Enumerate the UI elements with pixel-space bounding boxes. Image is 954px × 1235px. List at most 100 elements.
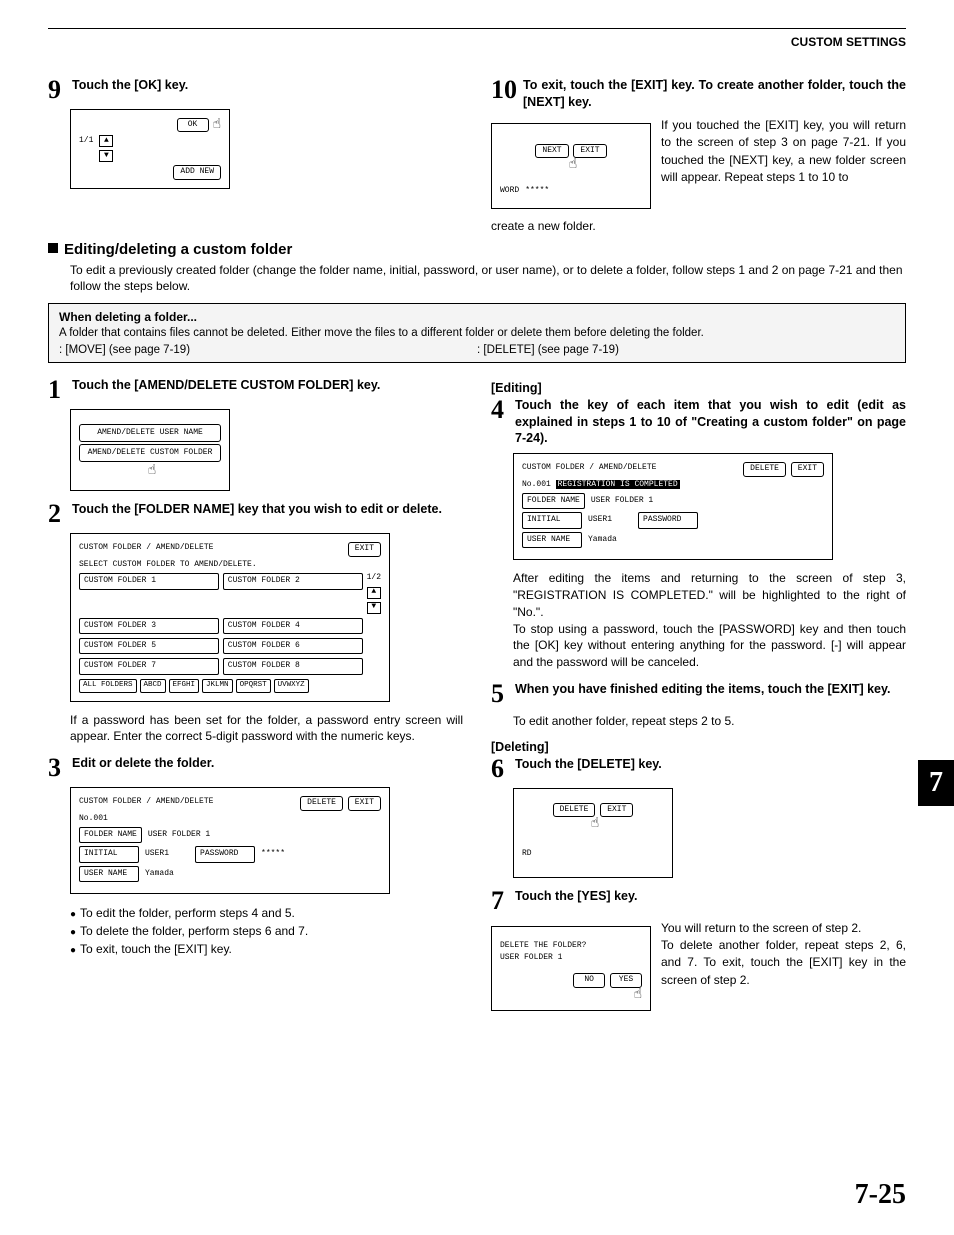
header-title: CUSTOM SETTINGS — [48, 35, 906, 49]
panel-title: CUSTOM FOLDER / AMEND/DELETE — [79, 543, 213, 553]
folder-button[interactable]: CUSTOM FOLDER 4 — [223, 618, 363, 634]
step-3-panel: CUSTOM FOLDER / AMEND/DELETE DELETE EXIT… — [70, 787, 390, 894]
exit-button[interactable]: EXIT — [600, 803, 633, 817]
manual-page: CUSTOM SETTINGS 9 Touch the [OK] key. OK… — [0, 0, 954, 1235]
folder-name-button[interactable]: FOLDER NAME — [79, 827, 142, 843]
filter-tab[interactable]: UVWXYZ — [274, 679, 309, 693]
page-indicator: 1/2 — [367, 573, 381, 583]
note-body: A folder that contains files cannot be d… — [59, 326, 895, 342]
step-1-text: Touch the [AMEND/DELETE CUSTOM FOLDER] k… — [72, 377, 463, 394]
ok-button[interactable]: OK — [177, 118, 209, 132]
initial-button[interactable]: INITIAL — [522, 512, 582, 528]
folder-button[interactable]: CUSTOM FOLDER 8 — [223, 658, 363, 674]
step-number: 4 — [491, 397, 509, 423]
password-value: ***** — [261, 849, 285, 859]
step-10-desc: If you touched the [EXIT] key, you will … — [661, 117, 906, 187]
filter-tab[interactable]: EFGHI — [169, 679, 200, 693]
section-intro: To edit a previously created folder (cha… — [70, 262, 906, 296]
filter-tab[interactable]: OPQRST — [236, 679, 271, 693]
folder-name-value: USER FOLDER 1 — [148, 830, 210, 840]
folder-name-button[interactable]: FOLDER NAME — [522, 493, 585, 509]
step-number: 6 — [491, 756, 509, 782]
password-button[interactable]: PASSWORD — [638, 512, 698, 528]
step-6-text: Touch the [DELETE] key. — [515, 756, 906, 773]
initial-value: USER1 — [145, 849, 169, 859]
folder-button[interactable]: CUSTOM FOLDER 6 — [223, 638, 363, 654]
initial-button[interactable]: INITIAL — [79, 846, 139, 862]
folder-button[interactable]: CUSTOM FOLDER 3 — [79, 618, 219, 634]
registration-completed-msg: REGISTRATION IS COMPLETED — [556, 480, 680, 489]
step-1-panel: AMEND/DELETE USER NAME AMEND/DELETE CUST… — [70, 409, 230, 492]
step-7-panel: DELETE THE FOLDER? USER FOLDER 1 NO YES … — [491, 926, 651, 1011]
header-rule — [48, 28, 906, 29]
step-7-text: Touch the [YES] key. — [515, 888, 906, 905]
yes-button[interactable]: YES — [610, 973, 642, 987]
bullet-item: To edit the folder, perform steps 4 and … — [70, 904, 463, 922]
filter-tab[interactable]: JKLMN — [202, 679, 233, 693]
step-number: 3 — [48, 755, 66, 781]
step-number: 2 — [48, 501, 66, 527]
amend-custom-folder-button[interactable]: AMEND/DELETE CUSTOM FOLDER — [79, 444, 221, 462]
editing-heading: [Editing] — [491, 381, 906, 395]
filter-tab[interactable]: ABCD — [140, 679, 166, 693]
user-name-button[interactable]: USER NAME — [79, 866, 139, 882]
step-2-panel: CUSTOM FOLDER / AMEND/DELETE EXIT SELECT… — [70, 533, 390, 701]
step-3-text: Edit or delete the folder. — [72, 755, 463, 772]
step-5-desc: To edit another folder, repeat steps 2 t… — [513, 713, 906, 730]
step-4-desc: After editing the items and returning to… — [513, 570, 906, 671]
chapter-tab: 7 — [918, 760, 954, 806]
rd-label: RD — [522, 849, 532, 859]
step-number: 1 — [48, 377, 66, 403]
exit-button[interactable]: EXIT — [573, 144, 606, 158]
exit-button[interactable]: EXIT — [348, 796, 381, 810]
step-10-caption: create a new folder. — [491, 219, 651, 233]
panel-title: CUSTOM FOLDER / AMEND/DELETE — [522, 463, 656, 473]
page-indicator: 1/1 — [79, 136, 93, 146]
down-arrow-button[interactable]: ▼ — [99, 150, 113, 162]
hand-icon: ☝ — [591, 817, 599, 831]
folder-name-value: USER FOLDER 1 — [591, 496, 653, 506]
user-name-value: Yamada — [145, 869, 174, 879]
hand-icon: ☝ — [148, 464, 156, 478]
deleting-heading: [Deleting] — [491, 740, 906, 754]
filter-tab[interactable]: ALL FOLDERS — [79, 679, 137, 693]
step-6-panel: DELETE EXIT ☝ RD — [513, 788, 673, 878]
folder-no: No.001 — [522, 480, 551, 489]
add-new-button[interactable]: ADD NEW — [173, 165, 221, 179]
password-stars: ***** — [525, 186, 549, 196]
hand-icon: ☝ — [213, 118, 221, 132]
bullet-item: To delete the folder, perform steps 6 an… — [70, 922, 463, 940]
hand-icon: ☝ — [634, 988, 642, 1002]
confirm-folder-name: USER FOLDER 1 — [500, 953, 642, 963]
up-arrow-button[interactable]: ▲ — [99, 135, 113, 147]
section-heading: Editing/deleting a custom folder — [64, 241, 292, 258]
amend-user-name-button[interactable]: AMEND/DELETE USER NAME — [79, 424, 221, 442]
hand-icon: ☝ — [569, 158, 577, 172]
step-number: 10 — [491, 77, 517, 103]
step-2-text: Touch the [FOLDER NAME] key that you wis… — [72, 501, 463, 518]
panel-title: CUSTOM FOLDER / AMEND/DELETE — [79, 797, 213, 807]
no-button[interactable]: NO — [573, 973, 605, 987]
user-name-button[interactable]: USER NAME — [522, 532, 582, 548]
bullet-item: To exit, touch the [EXIT] key. — [70, 940, 463, 958]
word-label: WORD — [500, 186, 519, 196]
note-ref-delete: : [DELETE] (see page 7-19) — [477, 344, 895, 356]
delete-button[interactable]: DELETE — [743, 462, 786, 476]
folder-button[interactable]: CUSTOM FOLDER 2 — [223, 573, 363, 589]
down-arrow-button[interactable]: ▼ — [367, 602, 381, 614]
step-2-desc: If a password has been set for the folde… — [70, 712, 463, 746]
folder-button[interactable]: CUSTOM FOLDER 5 — [79, 638, 219, 654]
delete-button[interactable]: DELETE — [553, 803, 596, 817]
delete-button[interactable]: DELETE — [300, 796, 343, 810]
password-button[interactable]: PASSWORD — [195, 846, 255, 862]
folder-button[interactable]: CUSTOM FOLDER 7 — [79, 658, 219, 674]
exit-button[interactable]: EXIT — [791, 462, 824, 476]
step-7-desc: You will return to the screen of step 2.… — [661, 920, 906, 990]
exit-button[interactable]: EXIT — [348, 542, 381, 556]
step-number: 7 — [491, 888, 509, 914]
step-10-text: To exit, touch the [EXIT] key. To create… — [523, 77, 906, 111]
deleting-note-box: When deleting a folder... A folder that … — [48, 303, 906, 363]
next-button[interactable]: NEXT — [535, 144, 568, 158]
folder-button[interactable]: CUSTOM FOLDER 1 — [79, 573, 219, 589]
up-arrow-button[interactable]: ▲ — [367, 587, 381, 599]
